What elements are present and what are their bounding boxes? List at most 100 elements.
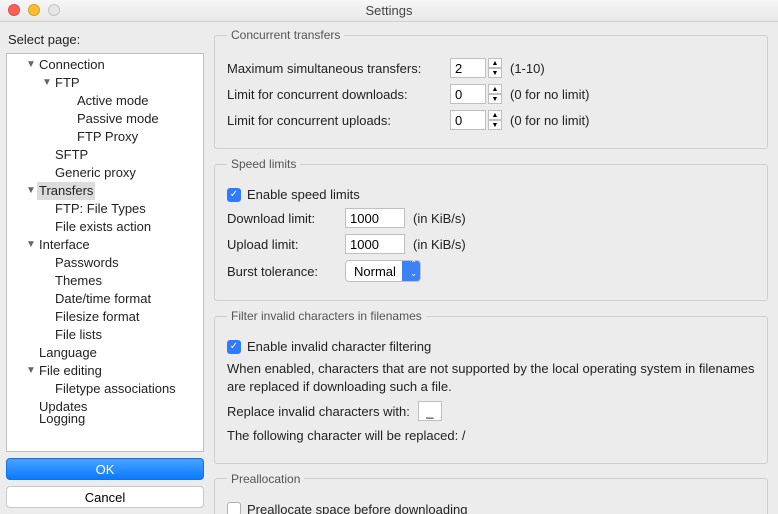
tree-item[interactable]: Date/time format (7, 290, 203, 308)
concurrent-ul-hint: (0 for no limit) (510, 113, 589, 128)
tree-item-label: Themes (53, 272, 104, 290)
settings-panel: Concurrent transfers Maximum simultaneou… (210, 22, 778, 514)
download-limit-unit: (in KiB/s) (413, 211, 466, 226)
filter-description: When enabled, characters that are not su… (227, 360, 755, 395)
replace-char-input[interactable] (418, 401, 442, 421)
burst-tolerance-select[interactable]: Normal (345, 260, 421, 282)
tree-item[interactable]: Passwords (7, 254, 203, 272)
disclosure-triangle-icon[interactable]: ▼ (25, 56, 37, 74)
max-transfers-label: Maximum simultaneous transfers: (227, 61, 442, 76)
sidebar-heading: Select page: (8, 32, 204, 47)
check-icon (227, 502, 241, 514)
tree-item[interactable]: File exists action (7, 218, 203, 236)
tree-item[interactable]: Filetype associations (7, 380, 203, 398)
legend: Preallocation (227, 472, 304, 486)
replaced-char-note: The following character will be replaced… (227, 427, 755, 445)
tree-item-label: FTP Proxy (75, 128, 140, 146)
stepper-down-icon[interactable]: ▼ (488, 120, 502, 130)
upload-limit-unit: (in KiB/s) (413, 237, 466, 252)
concurrent-dl-stepper[interactable]: ▲▼ (450, 84, 502, 104)
tree-item-label: FTP (53, 74, 82, 92)
tree-item-label: Connection (37, 56, 107, 74)
max-transfers-input[interactable] (450, 58, 486, 78)
sidebar: Select page: ▼Connection▼FTPActive modeP… (0, 22, 210, 514)
tree-item-label: Date/time format (53, 290, 153, 308)
concurrent-dl-label: Limit for concurrent downloads: (227, 87, 442, 102)
tree-item-label: Active mode (75, 92, 151, 110)
tree-item[interactable]: Passive mode (7, 110, 203, 128)
enable-speed-limits-label: Enable speed limits (247, 187, 360, 202)
tree-item[interactable]: ▼Interface (7, 236, 203, 254)
concurrent-ul-stepper[interactable]: ▲▼ (450, 110, 502, 130)
tree-item[interactable]: ▼FTP (7, 74, 203, 92)
tree-item-label: SFTP (53, 146, 90, 164)
tree-item[interactable]: Themes (7, 272, 203, 290)
concurrent-ul-input[interactable] (450, 110, 486, 130)
stepper-down-icon[interactable]: ▼ (488, 94, 502, 104)
minimize-icon[interactable] (28, 4, 40, 16)
group-concurrent-transfers: Concurrent transfers Maximum simultaneou… (214, 28, 768, 149)
tree-item-label: FTP: File Types (53, 200, 148, 218)
close-icon[interactable] (8, 4, 20, 16)
ok-button[interactable]: OK (6, 458, 204, 480)
tree-item-label: File lists (53, 326, 104, 344)
disclosure-triangle-icon[interactable]: ▼ (25, 362, 37, 380)
stepper-down-icon[interactable]: ▼ (488, 68, 502, 78)
max-transfers-hint: (1-10) (510, 61, 545, 76)
page-tree[interactable]: ▼Connection▼FTPActive modePassive modeFT… (6, 53, 204, 452)
tree-item[interactable]: Active mode (7, 92, 203, 110)
download-limit-label: Download limit: (227, 211, 337, 226)
stepper-up-icon[interactable]: ▲ (488, 110, 502, 120)
enable-filter-label: Enable invalid character filtering (247, 339, 431, 354)
max-transfers-stepper[interactable]: ▲▼ (450, 58, 502, 78)
tree-item[interactable]: File lists (7, 326, 203, 344)
tree-item-label: Filesize format (53, 308, 142, 326)
titlebar: Settings (0, 0, 778, 22)
tree-item[interactable]: FTP Proxy (7, 128, 203, 146)
zoom-icon[interactable] (48, 4, 60, 16)
legend: Concurrent transfers (227, 28, 344, 42)
burst-tolerance-label: Burst tolerance: (227, 264, 337, 279)
tree-item-label: Interface (37, 236, 92, 254)
check-icon: ✓ (227, 340, 241, 354)
tree-item[interactable]: SFTP (7, 146, 203, 164)
replace-char-label: Replace invalid characters with: (227, 404, 410, 419)
tree-item-label: Logging (37, 410, 87, 428)
tree-item-label: Transfers (37, 182, 95, 200)
tree-item-label: File exists action (53, 218, 153, 236)
tree-item[interactable]: Language (7, 344, 203, 362)
tree-item-label: File editing (37, 362, 104, 380)
cancel-button[interactable]: Cancel (6, 486, 204, 508)
tree-item[interactable]: Generic proxy (7, 164, 203, 182)
upload-limit-input[interactable] (345, 234, 405, 254)
disclosure-triangle-icon[interactable]: ▼ (25, 182, 37, 200)
concurrent-ul-label: Limit for concurrent uploads: (227, 113, 442, 128)
preallocate-label: Preallocate space before downloading (247, 502, 467, 514)
tree-item[interactable]: FTP: File Types (7, 200, 203, 218)
stepper-up-icon[interactable]: ▲ (488, 58, 502, 68)
check-icon: ✓ (227, 188, 241, 202)
enable-filter-checkbox[interactable]: ✓ Enable invalid character filtering (227, 339, 431, 354)
tree-item[interactable]: Logging (7, 410, 203, 428)
tree-item-label: Language (37, 344, 99, 362)
tree-item[interactable]: ▼File editing (7, 362, 203, 380)
disclosure-triangle-icon[interactable]: ▼ (25, 236, 37, 254)
stepper-up-icon[interactable]: ▲ (488, 84, 502, 94)
tree-item-label: Passive mode (75, 110, 161, 128)
legend: Speed limits (227, 157, 300, 171)
tree-item[interactable]: ▼Connection (7, 56, 203, 74)
tree-item[interactable]: ▼Transfers (7, 182, 203, 200)
group-speed-limits: Speed limits ✓ Enable speed limits Downl… (214, 157, 768, 301)
upload-limit-label: Upload limit: (227, 237, 337, 252)
concurrent-dl-input[interactable] (450, 84, 486, 104)
enable-speed-limits-checkbox[interactable]: ✓ Enable speed limits (227, 187, 360, 202)
disclosure-triangle-icon[interactable]: ▼ (41, 74, 53, 92)
tree-item[interactable]: Filesize format (7, 308, 203, 326)
group-preallocation: Preallocation Preallocate space before d… (214, 472, 768, 514)
download-limit-input[interactable] (345, 208, 405, 228)
group-filter-invalid-chars: Filter invalid characters in filenames ✓… (214, 309, 768, 464)
tree-item-label: Passwords (53, 254, 121, 272)
concurrent-dl-hint: (0 for no limit) (510, 87, 589, 102)
preallocate-checkbox[interactable]: Preallocate space before downloading (227, 502, 467, 514)
window-controls (8, 4, 60, 16)
